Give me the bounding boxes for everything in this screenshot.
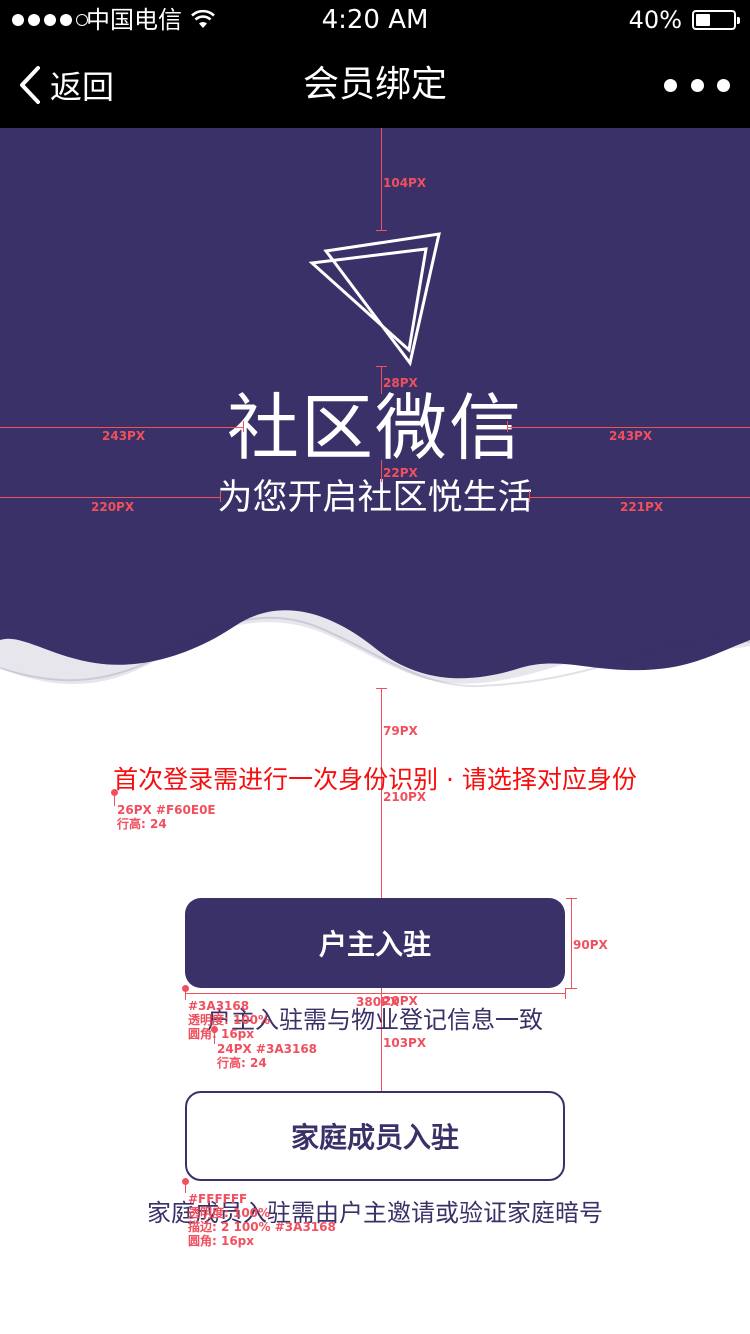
spec-pin-line [114, 792, 115, 806]
measure-label-top-gap: 104PX [383, 176, 427, 190]
back-label: 返回 [50, 68, 115, 106]
family-member-join-button[interactable]: 家庭成员入驻 [185, 1091, 565, 1181]
spec-hint-text: 24PX #3A3168 行高: 24 [217, 1042, 318, 1070]
battery-level-fill [696, 14, 710, 26]
measure-tick [376, 366, 387, 367]
measure-label-between-gap: 103PX [383, 1036, 427, 1050]
measure-label-title-right: 243PX [609, 429, 653, 443]
measure-label-button-height: 90PX [573, 938, 608, 952]
owner-join-label: 户主入驻 [318, 928, 431, 961]
measure-tick [566, 898, 577, 899]
battery-percent: 40% [628, 6, 682, 34]
measure-label-sub-left: 220PX [91, 500, 135, 514]
family-member-join-hint: 家庭成员入驻需由户主邀请或验证家庭暗号 [147, 1199, 603, 1227]
measure-tick [529, 491, 530, 502]
spec-notice: 26PX #F60E0E 行高: 24 [117, 803, 216, 831]
battery-icon [692, 10, 740, 30]
more-options-button[interactable] [664, 72, 730, 98]
owner-join-hint: 户主入驻需与物业登记信息一致 [207, 1006, 543, 1034]
measure-tick [565, 988, 566, 999]
spec-family-button: #FFFFFF 透明度: 100% 描边: 2 100% #3A3168 圆角:… [188, 1192, 336, 1248]
spec-pin-line [185, 1181, 186, 1193]
measure-tick [376, 230, 387, 231]
back-button[interactable]: 返回 [18, 62, 114, 108]
measure-tick [566, 988, 577, 989]
measure-line-button-width [185, 993, 565, 994]
status-bar: 中国电信 4:20 AM 40% [0, 0, 750, 40]
more-dots-icon [664, 78, 677, 92]
chevron-left-icon [20, 66, 40, 104]
spec-pin-line [185, 988, 186, 1000]
measure-line-between [381, 988, 382, 1091]
spec-pin-line [214, 1030, 215, 1044]
family-member-join-label: 家庭成员入驻 [290, 1121, 459, 1154]
spec-owner-button: #3A3168 透明度: 100% 圆角: 16px [188, 999, 271, 1041]
measure-line-logo [381, 366, 382, 394]
owner-join-button[interactable]: 户主入驻 [185, 898, 565, 988]
measure-label-sub-gap: 22PX [383, 466, 418, 480]
measure-label-notice-gap: 79PX [383, 724, 418, 738]
top-bar: 中国电信 4:20 AM 40% 返回 会员绑定 [0, 0, 750, 128]
hero-title: 社区微信 [226, 386, 523, 470]
measure-line-sub-right [529, 497, 750, 498]
measure-line-title-right [507, 427, 750, 428]
measure-tick [220, 491, 221, 502]
measure-line-button-height [571, 898, 572, 988]
measure-label-sub-right: 221PX [620, 500, 664, 514]
measure-line-top [381, 128, 382, 230]
triangle-logo-icon [308, 232, 441, 367]
measure-line-sub-left [0, 497, 220, 498]
measure-tick [507, 421, 508, 432]
measure-line-sub [381, 460, 382, 482]
measure-label-title-left: 243PX [102, 429, 146, 443]
measure-tick [243, 421, 244, 432]
measure-label-logo-gap: 28PX [383, 376, 418, 390]
measure-line-title-left [0, 427, 243, 428]
